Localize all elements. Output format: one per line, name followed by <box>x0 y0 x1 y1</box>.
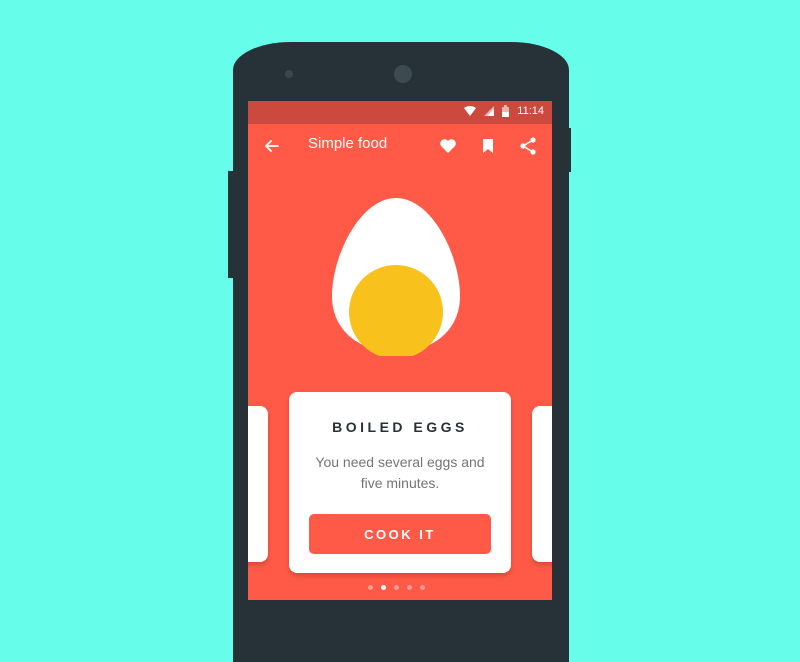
bookmark-icon[interactable] <box>478 136 498 156</box>
page-indicator <box>368 585 425 590</box>
cook-it-button[interactable]: COOK IT <box>309 514 491 554</box>
app-bar: Simple food <box>248 124 552 168</box>
page-dot[interactable] <box>420 585 425 590</box>
signal-icon <box>484 106 495 116</box>
battery-icon <box>502 105 510 117</box>
status-bar: 11:14 <box>248 101 552 124</box>
wifi-icon <box>464 106 477 116</box>
page-dot[interactable] <box>381 585 386 590</box>
arrow-left-icon[interactable] <box>262 136 282 156</box>
recipe-card: BOILED EGGS You need several eggs and fi… <box>289 392 511 573</box>
yolk <box>349 265 443 356</box>
next-recipe-card[interactable] <box>532 406 552 562</box>
share-icon[interactable] <box>518 136 538 156</box>
page-dot[interactable] <box>407 585 412 590</box>
phone-sensor <box>285 70 293 78</box>
previous-recipe-card[interactable] <box>248 406 268 562</box>
page-dot[interactable] <box>394 585 399 590</box>
status-time: 11:14 <box>517 105 544 117</box>
phone-screen: 11:14 Simple food BOILED EGGS You need s… <box>248 101 552 600</box>
front-camera <box>394 65 412 83</box>
page-title: Simple food <box>308 135 388 152</box>
boiled-egg-illustration <box>332 198 460 356</box>
heart-icon[interactable] <box>438 136 458 156</box>
page-dot[interactable] <box>368 585 373 590</box>
recipe-title: BOILED EGGS <box>332 419 468 435</box>
recipe-description: You need several eggs and five minutes. <box>315 454 485 491</box>
